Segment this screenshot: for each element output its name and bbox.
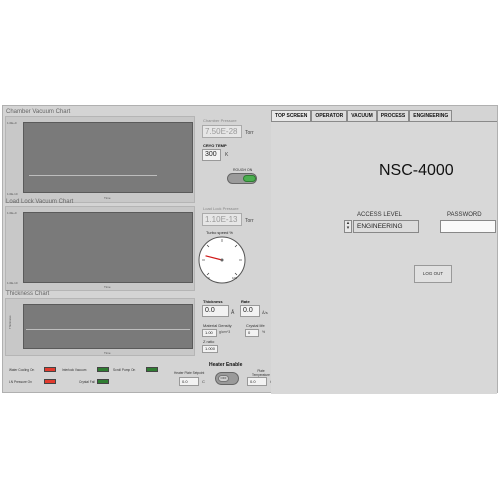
cryo-temp-unit: K — [225, 152, 229, 158]
tab-bar: TOP SCREEN OPERATOR VACUUM PROCESS ENGIN… — [271, 110, 453, 121]
loadlock-chart-ymax: 1.0E+0 — [7, 211, 17, 215]
ln-pressure-led — [44, 379, 56, 384]
chamber-chart-title: Chamber Vacuum Chart — [6, 109, 71, 115]
water-cooling-led — [44, 367, 56, 372]
chamber-pressure-unit: Torr — [245, 130, 254, 136]
thickness-value: 0.0 — [202, 305, 229, 317]
material-density-label: Material Density — [203, 323, 232, 328]
nsc-4000-app-window: Chamber Vacuum Chart 1.0E+0 1.0E-10 Time… — [2, 105, 498, 394]
rate-label: Rate — [241, 299, 250, 304]
tab-process[interactable]: PROCESS — [376, 110, 410, 121]
heater-enable-title: Heater Enable — [209, 362, 243, 368]
plate-temperature-value: 0.0 — [247, 377, 267, 386]
z-ratio-value[interactable]: 1.000 — [202, 345, 218, 353]
chamber-chart-ymax: 1.0E+0 — [7, 121, 17, 125]
thickness-label: Thickness — [203, 299, 223, 304]
heater-setpoint-input[interactable]: 0.0 — [179, 377, 199, 386]
heater-panel: Heater Enable Heater Plate Setpoint 0.0 … — [171, 358, 281, 392]
turbo-gauge-hub — [220, 258, 224, 262]
chamber-pressure-label: Chamber Pressure — [203, 118, 237, 123]
heater-setpoint-unit: C — [202, 379, 205, 384]
rough-on-button[interactable]: ROUGH ON — [225, 168, 259, 185]
status-led-label: Scroll Pump On — [113, 368, 136, 372]
status-led-label: Water Cooling On — [9, 368, 35, 372]
access-level-spinner[interactable]: ▴ ▾ — [344, 220, 352, 233]
password-input[interactable] — [440, 220, 496, 233]
chamber-pressure-value: 7.50E-28 — [202, 125, 242, 138]
rough-on-label: ROUGH ON — [233, 168, 253, 172]
chamber-chart-trace — [29, 175, 157, 176]
loadlock-pressure-unit: Torr — [245, 218, 254, 224]
loadlock-vacuum-chart: 1.0E+0 1.0E-10 Time — [5, 206, 195, 291]
crystal-life-unit: % — [262, 330, 266, 334]
access-level-label: ACCESS LEVEL — [357, 212, 403, 218]
rough-toggle-led — [243, 175, 256, 182]
turbo-gauge-max: 100 — [232, 276, 237, 280]
thickness-chart-ylabel: Thickness — [8, 315, 12, 329]
loadlock-chart-plot — [23, 212, 193, 283]
rough-toggle-body — [227, 173, 257, 184]
rate-unit: Å/s — [262, 310, 268, 315]
chamber-chart-ymin: 1.0E-10 — [7, 192, 18, 196]
material-density-unit: g/cm^3 — [219, 330, 231, 334]
status-led-label: Crystal Fail — [79, 380, 95, 384]
heater-setpoint-label: Heater Plate Setpoint — [174, 371, 205, 375]
z-ratio-label: Z ratio — [203, 339, 215, 344]
thickness-chart-trace — [26, 329, 190, 330]
tab-engineering[interactable]: ENGINEERING — [409, 110, 453, 121]
loadlock-pressure-label: Load Lock Pressure — [203, 206, 239, 211]
tab-top-screen[interactable]: TOP SCREEN — [271, 110, 312, 121]
status-led-panel: Water Cooling On Interlock Vacuum Scroll… — [5, 362, 170, 392]
chamber-chart-xlabel: Time — [104, 196, 111, 200]
log-out-button[interactable]: LOG OUT — [414, 265, 452, 283]
status-led-label: Interlock Vacuum — [62, 368, 87, 372]
turbo-speed-gauge: 0 100 — [198, 236, 246, 284]
thickness-chart-title: Thickness Chart — [6, 291, 50, 297]
plate-temperature-label: Plate Temperature — [252, 369, 270, 377]
cryo-temp-value: 300 — [202, 149, 221, 161]
rate-value: 0.0 — [240, 305, 260, 317]
crystal-fail-led — [97, 379, 109, 384]
tab-vacuum[interactable]: VACUUM — [347, 110, 377, 121]
loadlock-chart-title: Load Lock Vacuum Chart — [6, 199, 74, 205]
access-level-select[interactable]: ENGINEERING — [353, 220, 419, 233]
thickness-chart: Thickness Time — [5, 298, 195, 356]
material-density-value[interactable]: 1.00 — [202, 329, 217, 337]
thickness-chart-xlabel: Time — [104, 351, 111, 355]
scroll-pump-led — [146, 367, 158, 372]
loadlock-chart-ymin: 1.0E-10 — [7, 281, 18, 285]
cryo-temp-label: CRYO TEMP — [203, 143, 227, 148]
chamber-chart-plot — [23, 122, 193, 193]
heater-toggle-label: OFF — [218, 375, 229, 382]
crystal-life-value: 0 — [245, 329, 259, 337]
thickness-chart-plot — [23, 304, 193, 349]
system-name-title: NSC-4000 — [379, 162, 454, 179]
loadlock-chart-xlabel: Time — [104, 285, 111, 289]
tab-content-panel: NSC-4000 ACCESS LEVEL ▴ ▾ ENGINEERING PAS… — [271, 121, 497, 394]
status-led-label: LN Pressure On — [9, 380, 32, 384]
interlock-vacuum-led — [97, 367, 109, 372]
password-label: PASSWORD — [447, 212, 482, 218]
loadlock-pressure-value: 1.10E-13 — [202, 213, 242, 226]
chamber-vacuum-chart: 1.0E+0 1.0E-10 Time — [5, 116, 195, 203]
tab-operator[interactable]: OPERATOR — [311, 110, 348, 121]
crystal-life-label: Crystal life — [246, 323, 265, 328]
heater-enable-toggle[interactable]: OFF — [215, 372, 239, 385]
thickness-unit: Å — [231, 310, 235, 316]
